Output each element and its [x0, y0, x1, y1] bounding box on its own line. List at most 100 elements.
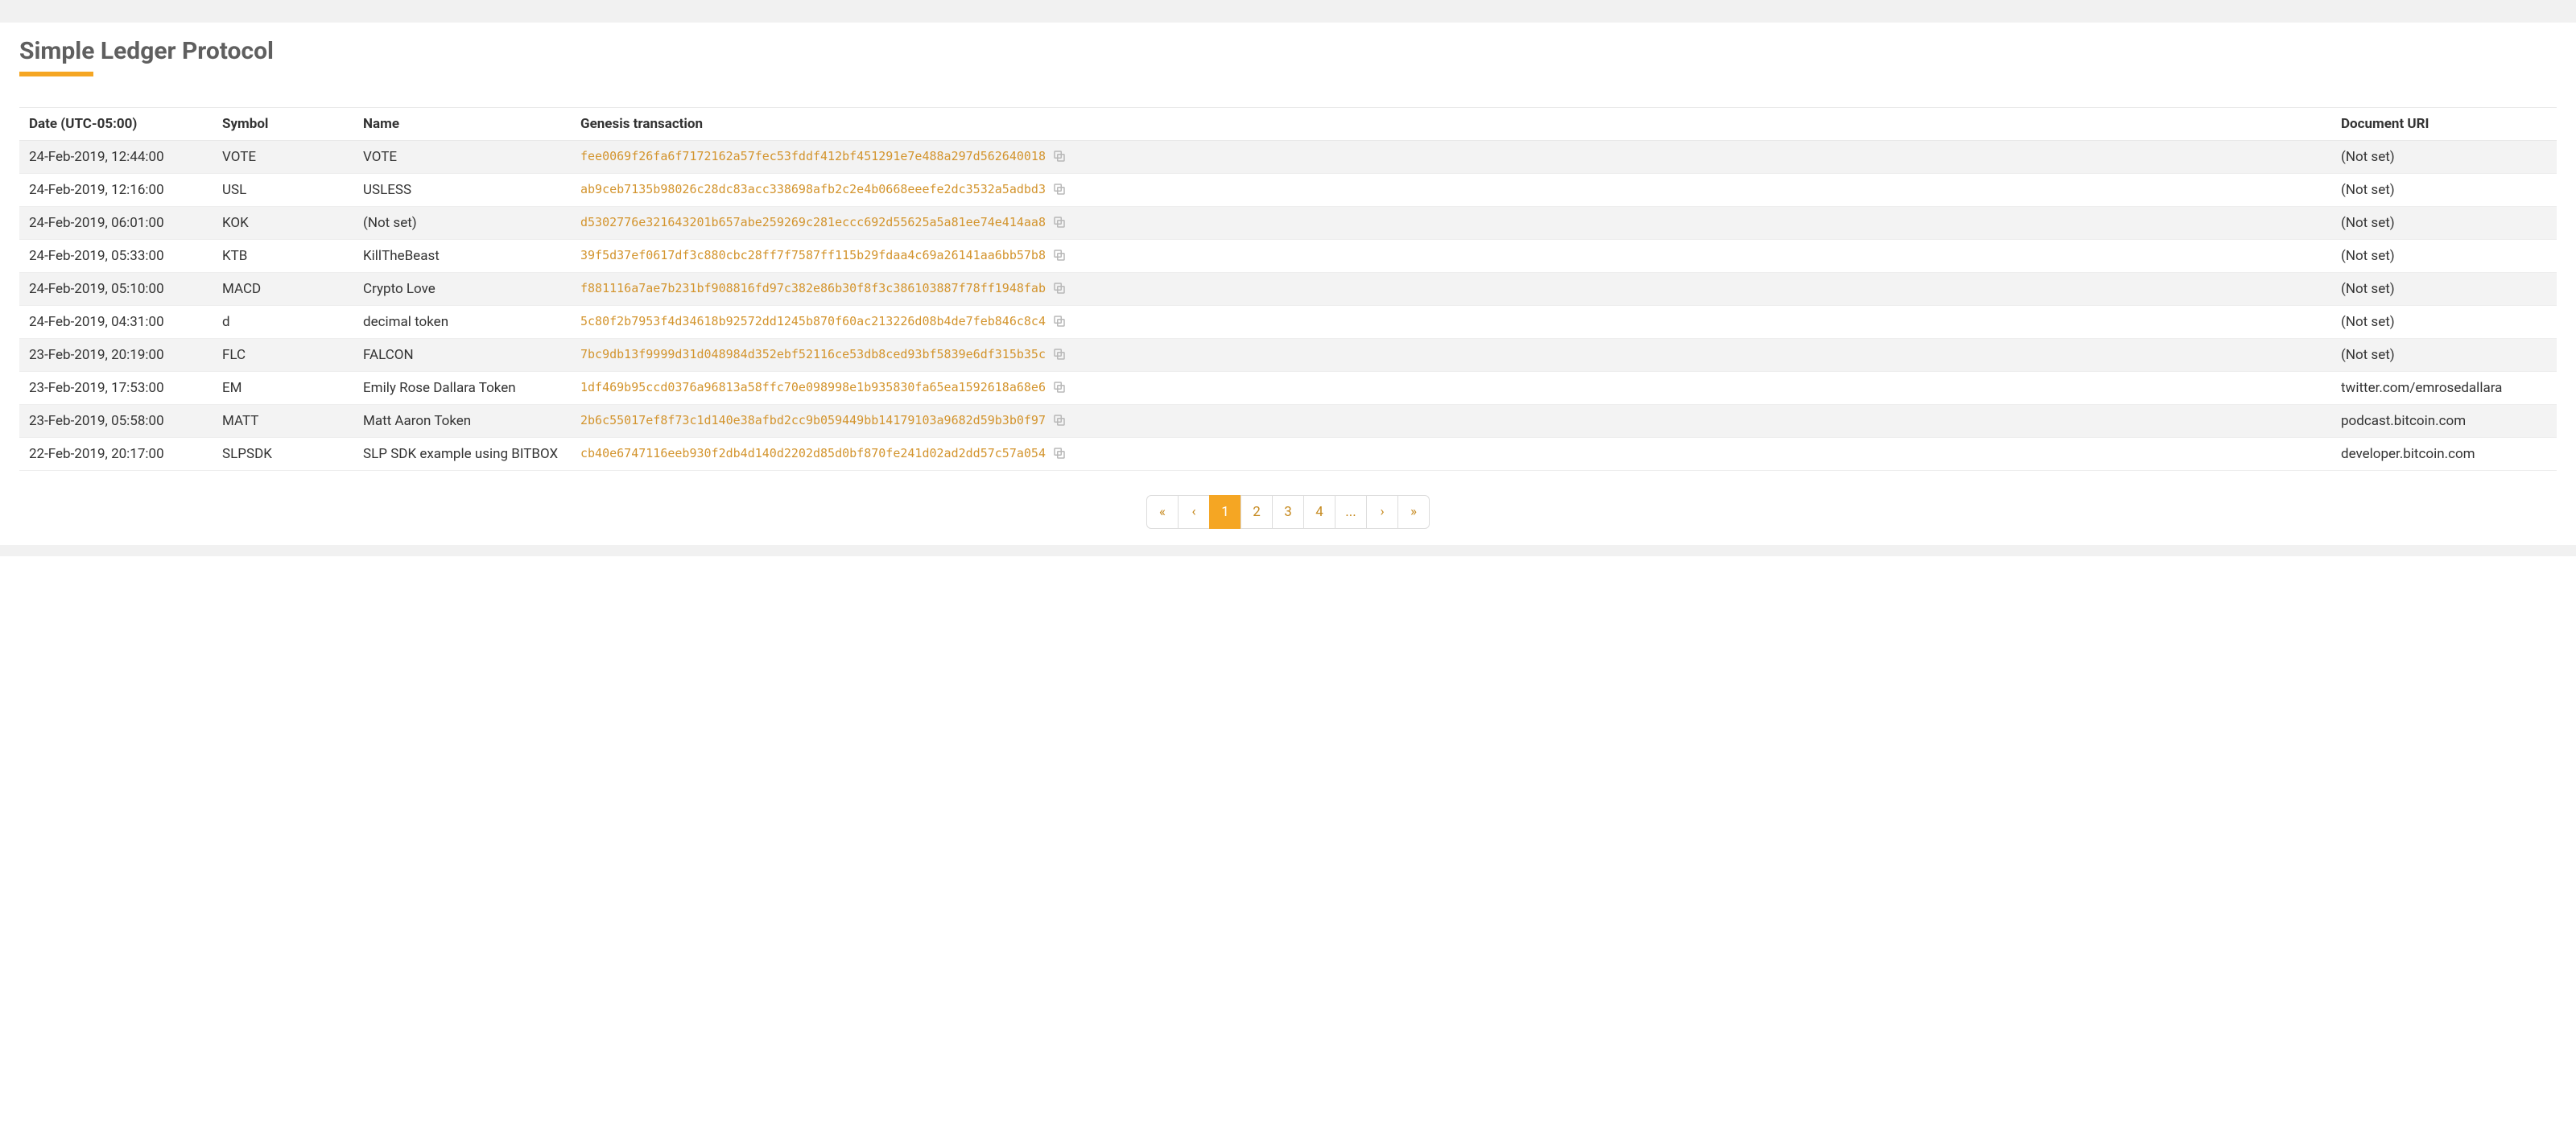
- page-prev[interactable]: ‹: [1178, 495, 1210, 529]
- cell-date: 23-Feb-2019, 20:19:00: [19, 339, 213, 372]
- cell-symbol: VOTE: [213, 141, 353, 174]
- cell-symbol: MATT: [213, 405, 353, 438]
- cell-date: 24-Feb-2019, 12:16:00: [19, 174, 213, 207]
- copy-icon[interactable]: [1052, 314, 1067, 328]
- copy-icon[interactable]: [1052, 347, 1067, 361]
- cell-document-uri: developer.bitcoin.com: [2331, 438, 2557, 471]
- cell-genesis-tx: ab9ceb7135b98026c28dc83acc338698afb2c2e4…: [571, 174, 2331, 207]
- cell-symbol: SLPSDK: [213, 438, 353, 471]
- cell-date: 24-Feb-2019, 12:44:00: [19, 141, 213, 174]
- cell-symbol: KOK: [213, 207, 353, 240]
- page-title: Simple Ledger Protocol: [19, 37, 2557, 65]
- cell-symbol: KTB: [213, 240, 353, 273]
- cell-date: 22-Feb-2019, 20:17:00: [19, 438, 213, 471]
- table-row: 22-Feb-2019, 20:17:00SLPSDKSLP SDK examp…: [19, 438, 2557, 471]
- tx-hash-link[interactable]: fee0069f26fa6f7172162a57fec53fddf412bf45…: [580, 149, 1046, 163]
- cell-name: SLP SDK example using BITBOX: [353, 438, 571, 471]
- cell-name: (Not set): [353, 207, 571, 240]
- copy-icon[interactable]: [1052, 413, 1067, 427]
- cell-document-uri: (Not set): [2331, 273, 2557, 306]
- table-header-row: Date (UTC-05:00) Symbol Name Genesis tra…: [19, 108, 2557, 141]
- tx-hash-link[interactable]: 7bc9db13f9999d31d048984d352ebf52116ce53d…: [580, 347, 1046, 361]
- cell-genesis-tx: 7bc9db13f9999d31d048984d352ebf52116ce53d…: [571, 339, 2331, 372]
- page-next[interactable]: ›: [1366, 495, 1398, 529]
- cell-name: Crypto Love: [353, 273, 571, 306]
- cell-document-uri: twitter.com/emrosedallara: [2331, 372, 2557, 405]
- page-last[interactable]: »: [1397, 495, 1430, 529]
- cell-name: VOTE: [353, 141, 571, 174]
- col-header-tx[interactable]: Genesis transaction: [571, 108, 2331, 141]
- col-header-date[interactable]: Date (UTC-05:00): [19, 108, 213, 141]
- cell-document-uri: (Not set): [2331, 306, 2557, 339]
- table-row: 24-Feb-2019, 05:33:00KTBKillTheBeast 39f5…: [19, 240, 2557, 273]
- table-row: 24-Feb-2019, 12:44:00VOTEVOTEfee0069f26f…: [19, 141, 2557, 174]
- copy-icon[interactable]: [1052, 182, 1067, 196]
- cell-genesis-tx: 1df469b95ccd0376a96813a58ffc70e098998e1b…: [571, 372, 2331, 405]
- page-number-4[interactable]: 4: [1303, 495, 1335, 529]
- top-bar: [0, 0, 2576, 23]
- cell-name: USLESS: [353, 174, 571, 207]
- cell-symbol: d: [213, 306, 353, 339]
- cell-document-uri: podcast.bitcoin.com: [2331, 405, 2557, 438]
- tx-hash-link[interactable]: 39f5d37ef0617df3c880cbc28ff7f7587ff115b2…: [580, 248, 1046, 262]
- tx-hash-link[interactable]: 1df469b95ccd0376a96813a58ffc70e098998e1b…: [580, 380, 1046, 394]
- table-row: 24-Feb-2019, 12:16:00USLUSLESS ab9ceb7135…: [19, 174, 2557, 207]
- copy-icon[interactable]: [1052, 149, 1067, 163]
- cell-name: Matt Aaron Token: [353, 405, 571, 438]
- copy-icon[interactable]: [1052, 380, 1067, 394]
- tx-hash-link[interactable]: d5302776e321643201b657abe259269c281eccc6…: [580, 215, 1046, 229]
- table-row: 24-Feb-2019, 06:01:00KOK(Not set)d530277…: [19, 207, 2557, 240]
- cell-genesis-tx: fee0069f26fa6f7172162a57fec53fddf412bf45…: [571, 141, 2331, 174]
- tx-hash-link[interactable]: ab9ceb7135b98026c28dc83acc338698afb2c2e4…: [580, 182, 1046, 196]
- cell-date: 23-Feb-2019, 17:53:00: [19, 372, 213, 405]
- cell-name: KillTheBeast: [353, 240, 571, 273]
- cell-date: 24-Feb-2019, 06:01:00: [19, 207, 213, 240]
- copy-icon[interactable]: [1052, 215, 1067, 229]
- tx-hash-link[interactable]: f881116a7ae7b231bf908816fd97c382e86b30f8…: [580, 281, 1046, 295]
- table-body: 24-Feb-2019, 12:44:00VOTEVOTEfee0069f26f…: [19, 141, 2557, 471]
- page-number-2[interactable]: 2: [1241, 495, 1273, 529]
- pagination: «‹1234...›»: [19, 495, 2557, 529]
- main-container: Simple Ledger Protocol Date (UTC-05:00) …: [0, 23, 2576, 529]
- cell-document-uri: (Not set): [2331, 174, 2557, 207]
- cell-document-uri: (Not set): [2331, 240, 2557, 273]
- page-number-1[interactable]: 1: [1209, 495, 1241, 529]
- copy-icon[interactable]: [1052, 248, 1067, 262]
- cell-symbol: FLC: [213, 339, 353, 372]
- cell-date: 24-Feb-2019, 05:10:00: [19, 273, 213, 306]
- col-header-name[interactable]: Name: [353, 108, 571, 141]
- page-first[interactable]: «: [1146, 495, 1179, 529]
- tx-hash-link[interactable]: 2b6c55017ef8f73c1d140e38afbd2cc9b059449b…: [580, 413, 1046, 427]
- cell-document-uri: (Not set): [2331, 207, 2557, 240]
- cell-name: decimal token: [353, 306, 571, 339]
- cell-name: FALCON: [353, 339, 571, 372]
- title-underline: [19, 72, 93, 76]
- tx-hash-link[interactable]: cb40e6747116eeb930f2db4d140d2202d85d0bf8…: [580, 446, 1046, 460]
- token-table: Date (UTC-05:00) Symbol Name Genesis tra…: [19, 107, 2557, 471]
- table-row: 23-Feb-2019, 20:19:00FLCFALCON 7bc9db13f9…: [19, 339, 2557, 372]
- cell-symbol: EM: [213, 372, 353, 405]
- col-header-symbol[interactable]: Symbol: [213, 108, 353, 141]
- cell-date: 23-Feb-2019, 05:58:00: [19, 405, 213, 438]
- page-number-3[interactable]: 3: [1272, 495, 1304, 529]
- copy-icon[interactable]: [1052, 281, 1067, 295]
- cell-genesis-tx: 39f5d37ef0617df3c880cbc28ff7f7587ff115b2…: [571, 240, 2331, 273]
- table-row: 23-Feb-2019, 17:53:00EMEmily Rose Dallar…: [19, 372, 2557, 405]
- cell-document-uri: (Not set): [2331, 141, 2557, 174]
- cell-document-uri: (Not set): [2331, 339, 2557, 372]
- tx-hash-link[interactable]: 5c80f2b7953f4d34618b92572dd1245b870f60ac…: [580, 314, 1046, 328]
- cell-name: Emily Rose Dallara Token: [353, 372, 571, 405]
- page-ellipsis[interactable]: ...: [1335, 495, 1367, 529]
- copy-icon[interactable]: [1052, 446, 1067, 460]
- cell-date: 24-Feb-2019, 05:33:00: [19, 240, 213, 273]
- cell-genesis-tx: f881116a7ae7b231bf908816fd97c382e86b30f8…: [571, 273, 2331, 306]
- cell-genesis-tx: 5c80f2b7953f4d34618b92572dd1245b870f60ac…: [571, 306, 2331, 339]
- table-row: 24-Feb-2019, 04:31:00ddecimal token 5c80f…: [19, 306, 2557, 339]
- cell-date: 24-Feb-2019, 04:31:00: [19, 306, 213, 339]
- col-header-uri[interactable]: Document URI: [2331, 108, 2557, 141]
- cell-genesis-tx: cb40e6747116eeb930f2db4d140d2202d85d0bf8…: [571, 438, 2331, 471]
- table-row: 24-Feb-2019, 05:10:00MACDCrypto Lovef881…: [19, 273, 2557, 306]
- cell-symbol: USL: [213, 174, 353, 207]
- cell-genesis-tx: 2b6c55017ef8f73c1d140e38afbd2cc9b059449b…: [571, 405, 2331, 438]
- bottom-bar: [0, 545, 2576, 556]
